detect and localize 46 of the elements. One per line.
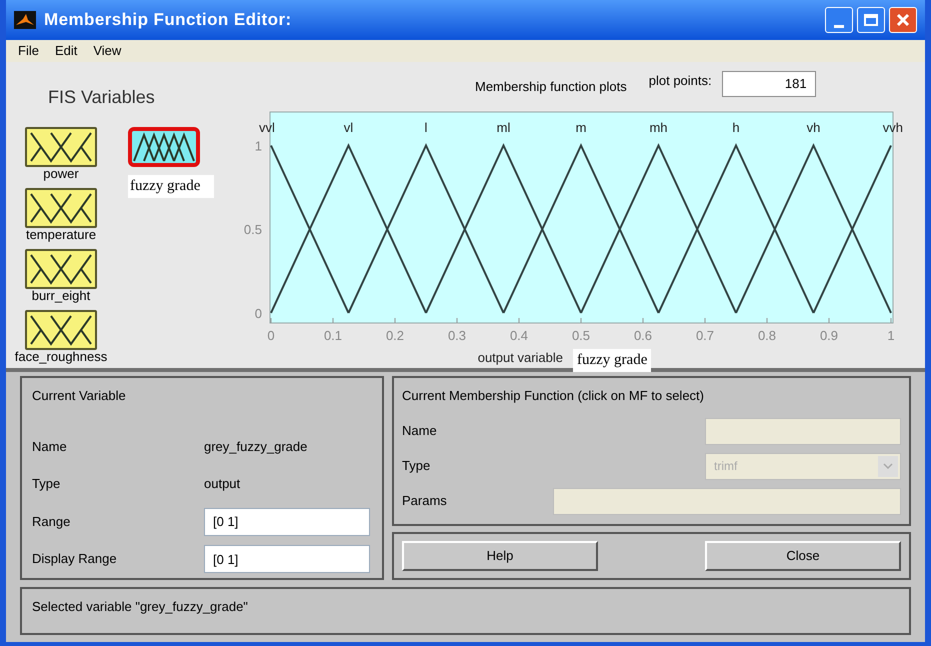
membership-function-label: vh — [806, 120, 820, 135]
field-label: Params — [402, 492, 447, 510]
membership-function-label: m — [576, 120, 586, 135]
x-tick-label: 0 — [267, 328, 275, 343]
y-tick-label: 0.5 — [244, 222, 262, 238]
field-label: Name — [402, 422, 437, 440]
membership-function-label: vvh — [882, 120, 903, 135]
x-axis-label: output variable — [478, 350, 563, 365]
field-label: Type — [402, 457, 430, 476]
plot-points-label: plot points: — [648, 72, 712, 90]
x-tick-label: 0.6 — [634, 328, 652, 343]
membership-function-label: mh — [649, 120, 668, 135]
membership-function-label: h — [732, 120, 740, 135]
field-label: Name — [32, 438, 68, 456]
y-tick-label: 1 — [254, 138, 262, 154]
panel-title: FIS Variables — [47, 86, 156, 109]
x-tick-label: 0.1 — [324, 328, 342, 343]
field-value: grey_fuzzy_grade — [204, 438, 308, 456]
panel-title: Current Membership Function (click on MF to select) — [402, 387, 705, 405]
variable-label: fuzzy grade — [128, 175, 214, 198]
field-value: output — [204, 475, 240, 494]
variable-label: power — [43, 166, 79, 182]
x-tick-label: 0.3 — [448, 328, 466, 343]
membership-function-label: l — [424, 120, 428, 135]
x-tick-label: 0.7 — [696, 328, 714, 343]
variable-name-label: fuzzy grade — [573, 349, 652, 372]
y-tick-label: 0 — [254, 306, 262, 321]
window-title: Membership Function Editor: — [44, 9, 292, 32]
status-message: Selected variable "grey_fuzzy_grade" — [32, 599, 248, 614]
variable-label: burr_eight — [32, 288, 90, 304]
variable-label: face_roughness — [14, 349, 108, 365]
plot-title: Membership function plots — [475, 78, 627, 96]
x-tick-label: 0.8 — [758, 328, 776, 343]
variable-label: temperature — [26, 227, 96, 243]
field-label: Type — [32, 475, 62, 494]
membership-function-label: vl — [344, 120, 354, 135]
x-tick-label: 0.4 — [510, 328, 528, 343]
field-label: Range — [32, 512, 72, 531]
x-tick-label: 0.5 — [572, 328, 590, 343]
panel-title: Current Variable — [32, 387, 127, 405]
membership-function-label: vvl — [259, 120, 275, 135]
x-tick-label: 0.9 — [820, 328, 838, 343]
membership-function-label: ml — [496, 120, 510, 135]
x-tick-label: 0.2 — [386, 328, 404, 343]
field-label: Display Range — [32, 550, 118, 568]
x-tick-label: 1 — [887, 328, 895, 343]
